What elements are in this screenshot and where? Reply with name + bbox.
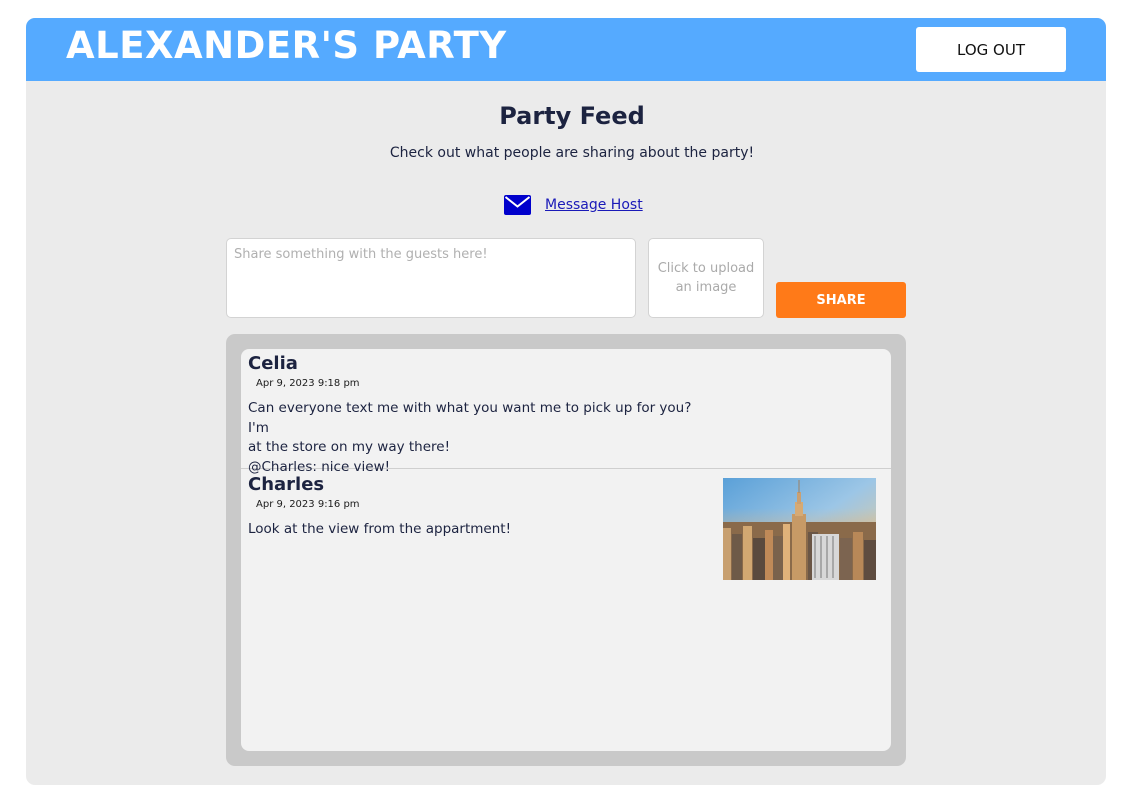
- post-author: Charles: [248, 474, 325, 495]
- envelope-icon[interactable]: [504, 195, 531, 215]
- party-title: ALEXANDER'S PARTY: [66, 24, 507, 67]
- feed-list[interactable]: Celia Apr 9, 2023 9:18 pm Can everyone t…: [241, 349, 891, 751]
- page-subtitle: Check out what people are sharing about …: [389, 145, 755, 161]
- upload-label: Click to upload an image: [657, 261, 755, 295]
- logout-button[interactable]: LOG OUT: [916, 27, 1066, 72]
- top-bar: ALEXANDER'S PARTY LOG OUT: [26, 18, 1106, 81]
- share-message-input[interactable]: [226, 238, 636, 318]
- message-host-row: Message Host: [504, 193, 643, 217]
- share-button[interactable]: SHARE: [776, 282, 906, 318]
- feed-post: Charles Apr 9, 2023 9:16 pm Look at the …: [241, 470, 891, 600]
- image-upload-button[interactable]: Click to upload an image: [648, 238, 764, 318]
- post-timestamp: Apr 9, 2023 9:18 pm: [256, 378, 360, 389]
- app-window: ALEXANDER'S PARTY LOG OUT Party Feed Che…: [26, 18, 1106, 785]
- post-body: Can everyone text me with what you want …: [248, 399, 708, 477]
- post-timestamp: Apr 9, 2023 9:16 pm: [256, 499, 360, 510]
- post-line: at the store on my way there!: [248, 439, 450, 455]
- feed-post: Celia Apr 9, 2023 9:18 pm Can everyone t…: [241, 349, 891, 475]
- page-title: Party Feed: [499, 102, 645, 130]
- post-body: Look at the view from the appartment!: [248, 520, 708, 540]
- post-line: Look at the view from the appartment!: [248, 521, 511, 537]
- post-author: Celia: [248, 353, 298, 374]
- message-host-link[interactable]: Message Host: [545, 197, 643, 213]
- feed-panel: Celia Apr 9, 2023 9:18 pm Can everyone t…: [226, 334, 906, 766]
- post-line: Can everyone text me with what you want …: [248, 400, 692, 436]
- city-skyline-photo[interactable]: [723, 478, 876, 580]
